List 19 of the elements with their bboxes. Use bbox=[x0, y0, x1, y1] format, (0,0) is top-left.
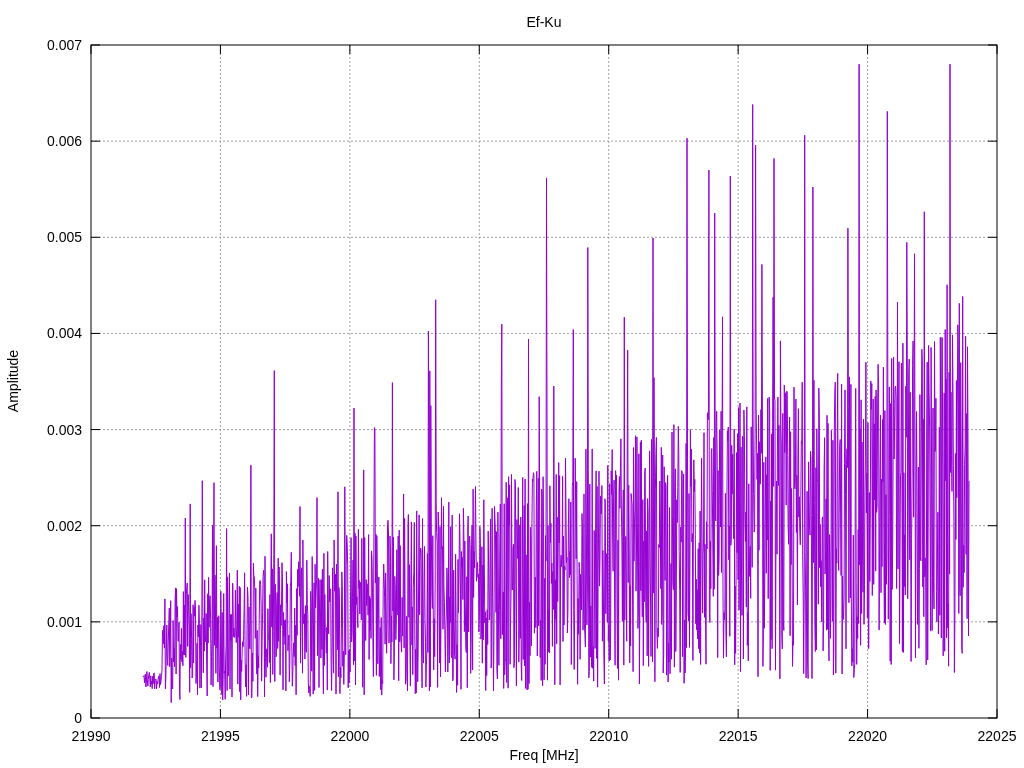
tick-label: 21990 bbox=[71, 728, 111, 744]
axis-label: Freq [MHz] bbox=[509, 747, 579, 763]
tick-label: 0.003 bbox=[46, 421, 82, 438]
tick-label: 0.005 bbox=[46, 229, 82, 246]
tick-label: 22015 bbox=[718, 728, 758, 744]
tick-label: 0.002 bbox=[46, 517, 82, 534]
tick-label: 0 bbox=[74, 710, 82, 726]
tick-label: 0.006 bbox=[46, 133, 82, 150]
tick-label: 0.007 bbox=[46, 37, 82, 53]
tick-label: 22000 bbox=[330, 728, 370, 744]
tick-label: 0.001 bbox=[46, 613, 82, 630]
tick-label: 0.004 bbox=[46, 325, 82, 342]
tick-label: 22010 bbox=[589, 728, 629, 744]
tick-label: 22005 bbox=[459, 728, 499, 744]
tick-label: 22020 bbox=[848, 728, 888, 744]
tick-label: 22025 bbox=[977, 728, 1017, 744]
chart-title: Ef-Ku bbox=[526, 14, 562, 30]
axis-label: Amplitude bbox=[5, 349, 21, 413]
tick-label: 21995 bbox=[200, 728, 240, 744]
